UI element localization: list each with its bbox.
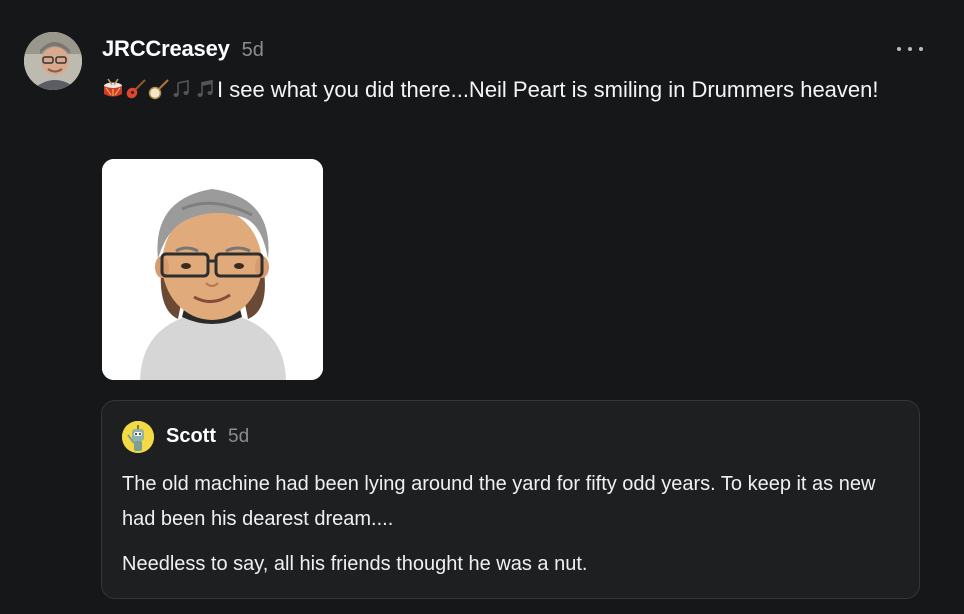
attached-image[interactable] [102,159,323,380]
author-avatar-photo [24,32,82,90]
post-body: I see what you did there...Neil Peart is… [102,74,882,106]
author-username[interactable]: JRCCreasey [102,36,230,62]
memoji-avatar-image [102,159,323,380]
quote-paragraph: Needless to say, all his friends thought… [122,553,588,575]
more-horizontal-icon [897,47,901,51]
author-avatar[interactable] [24,32,82,90]
quote-timestamp[interactable]: 5d [228,426,249,448]
music-note-icon [197,80,213,97]
quote-author-avatar[interactable] [122,421,154,453]
post-text: I see what you did there...Neil Peart is… [217,77,879,102]
robot-avatar-icon [122,421,154,453]
quote-header: Scott 5d [166,425,249,448]
post-timestamp[interactable]: 5d [242,39,264,62]
banjo-icon [148,79,169,100]
post: JRCCreasey 5d I see what you did there..… [0,0,964,614]
musical-notes-icon [173,80,189,97]
emoji-group [102,78,216,100]
post-header: JRCCreasey 5d [102,36,264,62]
more-options-button[interactable] [897,40,923,58]
quote-author-username[interactable]: Scott [166,425,216,448]
guitar-icon [126,79,146,99]
quoted-post[interactable]: Scott 5d The old machine had been lying … [101,400,920,599]
quote-paragraph: The old machine had been lying around th… [122,473,876,530]
drum-icon [104,78,122,97]
